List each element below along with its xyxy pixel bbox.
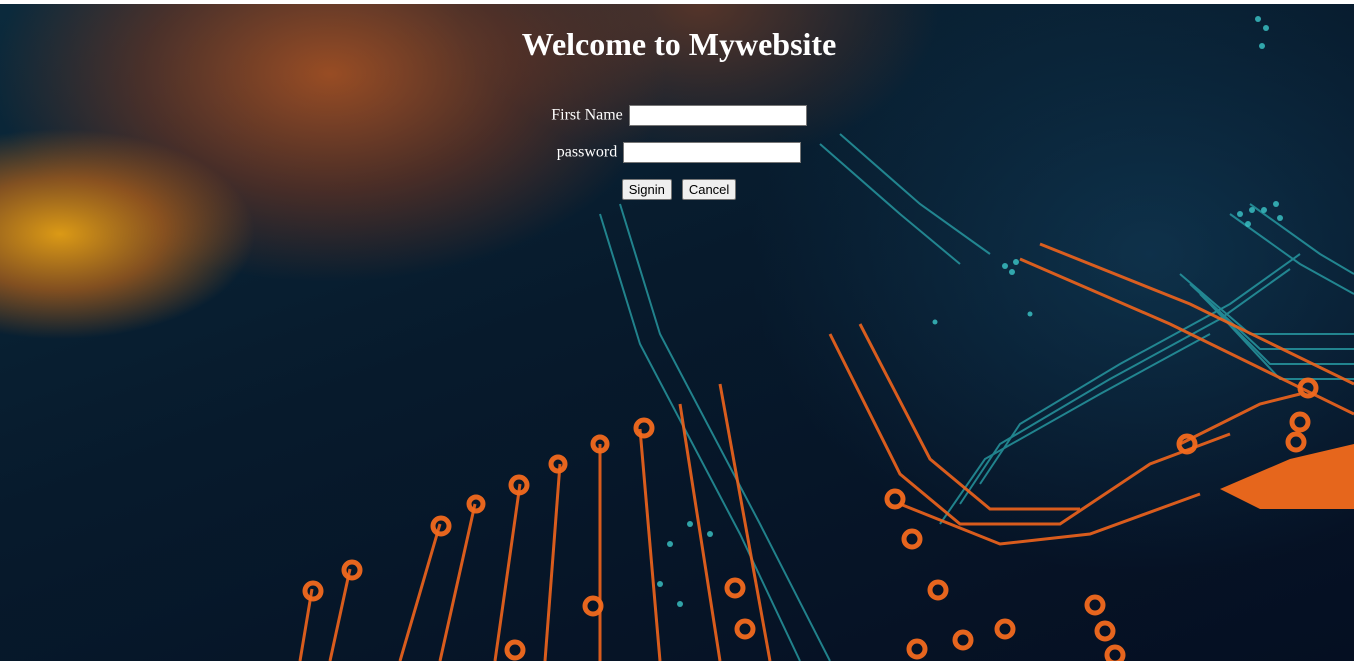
first-name-input[interactable] bbox=[628, 105, 807, 126]
first-name-label: First Name bbox=[551, 106, 623, 124]
signin-button[interactable]: Signin bbox=[621, 179, 672, 200]
password-row: password bbox=[0, 142, 1354, 163]
page-title: Welcome to Mywebsite bbox=[521, 26, 837, 62]
cancel-button[interactable]: Cancel bbox=[681, 179, 737, 200]
page-background: Welcome to Mywebsite First Name password… bbox=[0, 4, 1354, 661]
first-name-row: First Name bbox=[0, 105, 1354, 126]
password-label: password bbox=[556, 143, 618, 161]
password-input[interactable] bbox=[623, 142, 802, 163]
form-buttons-row: Signin Cancel bbox=[0, 179, 1354, 200]
circuit-board-background-image bbox=[298, 16, 1354, 661]
